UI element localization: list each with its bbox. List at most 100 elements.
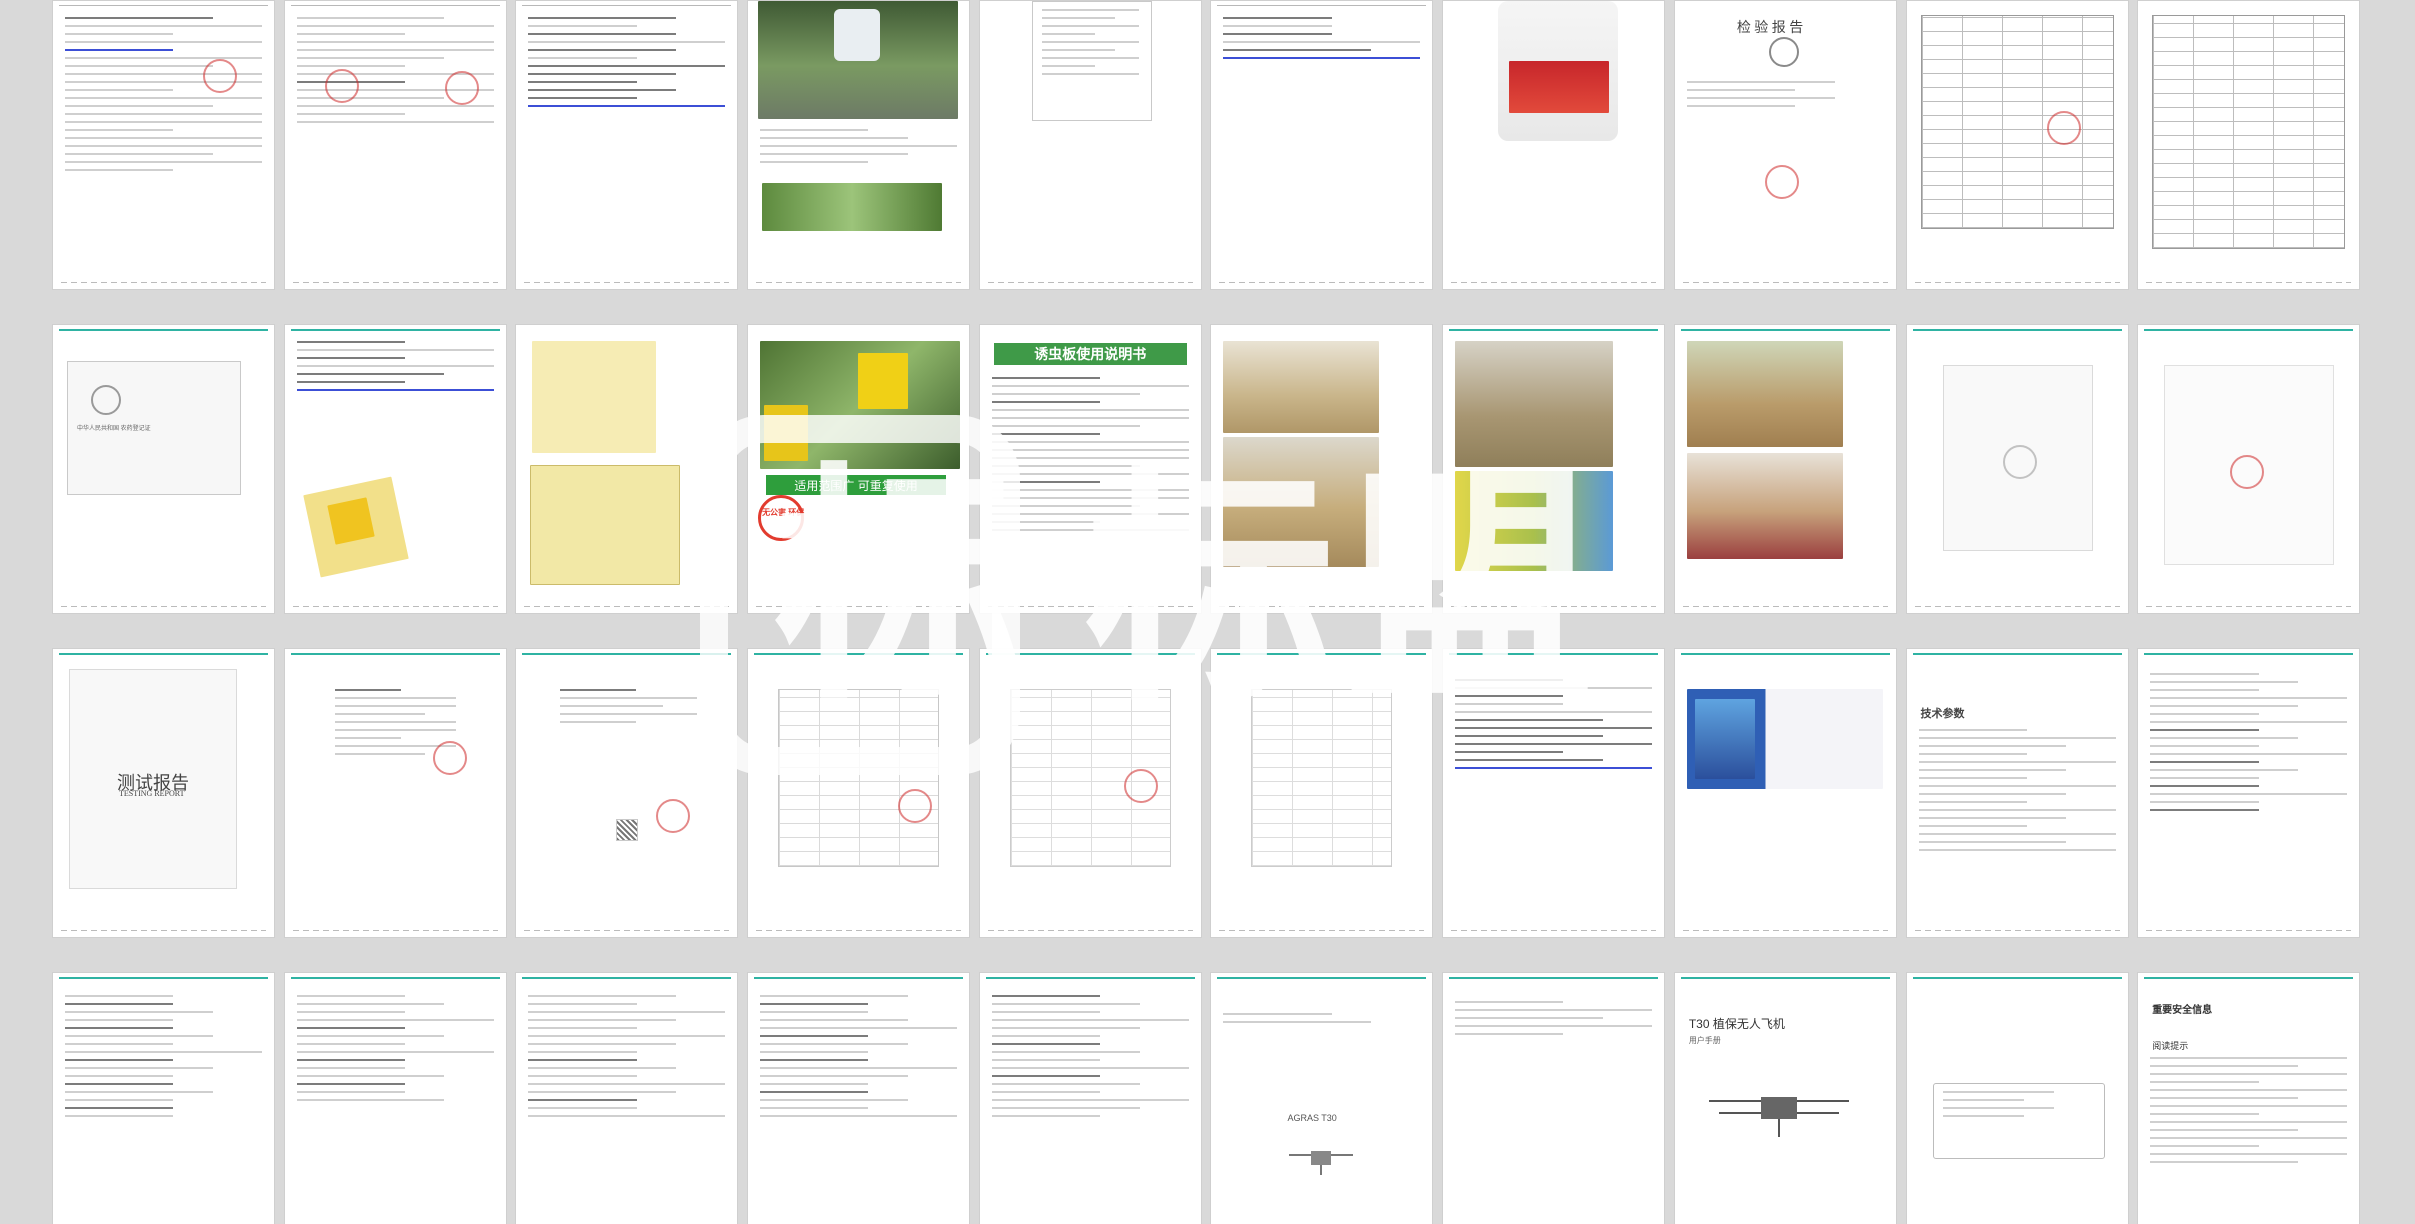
hanging-trap-photo bbox=[530, 465, 681, 585]
page-registration-cert[interactable]: 中华人民共和国 农药登记证 bbox=[52, 324, 275, 614]
page-drone-cover[interactable]: AGRAS T30 bbox=[1210, 972, 1434, 1224]
page-form-table[interactable] bbox=[2137, 0, 2361, 290]
page-header-rule bbox=[522, 653, 732, 657]
page-test-report-cover[interactable]: 测试报告 TESTING REPORT bbox=[52, 648, 275, 938]
page-spec-list-1[interactable] bbox=[52, 972, 275, 1224]
red-seal-stamp bbox=[2046, 111, 2081, 145]
drone-cover-model: AGRAS T30 bbox=[1287, 1113, 1337, 1123]
page-faded-cert-1[interactable] bbox=[1905, 324, 2129, 614]
page-spec-list-5[interactable] bbox=[978, 972, 1202, 1224]
page-text-lines bbox=[296, 995, 494, 1224]
agricultural-drone-icon bbox=[1708, 1097, 1849, 1137]
page-text-lines bbox=[528, 995, 726, 1224]
page-footer-rule bbox=[2146, 930, 2352, 931]
page-header-rule bbox=[1680, 329, 1890, 333]
page-text-brief[interactable] bbox=[1210, 0, 1434, 290]
test-data-table bbox=[778, 689, 940, 867]
page-footer-rule bbox=[756, 282, 962, 283]
form-data-table bbox=[2152, 15, 2346, 249]
pesticide-bag bbox=[1694, 699, 1755, 779]
page-footer-rule bbox=[756, 606, 962, 607]
crop-field-photo bbox=[762, 183, 943, 231]
faded-seal-stamp bbox=[2002, 445, 2037, 479]
page-footer-rule bbox=[524, 930, 730, 931]
page-text-contract[interactable] bbox=[52, 0, 275, 290]
page-text-lines bbox=[1918, 729, 2116, 917]
page-header-rule bbox=[290, 653, 500, 657]
page-test-report-5[interactable] bbox=[1210, 648, 1434, 938]
page-header-rule bbox=[1680, 977, 1890, 981]
page-header-rule bbox=[1217, 977, 1427, 981]
page-photo-product-bottle[interactable] bbox=[1442, 0, 1666, 290]
page-drone-index[interactable] bbox=[1442, 972, 1666, 1224]
page-boxed-text[interactable] bbox=[978, 0, 1202, 290]
page-footer-rule bbox=[1451, 282, 1657, 283]
page-trap-field[interactable]: 无公害 环保 适用范围广 可重复使用 bbox=[747, 324, 971, 614]
page-warehouse-photos[interactable] bbox=[1210, 324, 1434, 614]
page-text-lines bbox=[2150, 673, 2348, 917]
page-spec-list-2[interactable] bbox=[283, 972, 507, 1224]
qr-code-icon bbox=[616, 819, 639, 841]
trap-in-tree bbox=[764, 405, 809, 461]
page-header-rule bbox=[1912, 977, 2122, 981]
page-header-rule bbox=[522, 5, 732, 9]
page-footer-rule bbox=[1682, 282, 1888, 283]
trap-in-tree bbox=[858, 353, 909, 409]
page-spec-list-3[interactable] bbox=[515, 972, 739, 1224]
page-trap-specs[interactable] bbox=[283, 324, 507, 614]
page-footer-rule bbox=[987, 930, 1193, 931]
page-header-rule bbox=[1912, 653, 2122, 657]
page-footer-rule bbox=[1219, 606, 1425, 607]
page-footer-rule bbox=[987, 282, 1193, 283]
page-header-rule bbox=[754, 653, 964, 657]
device-body bbox=[834, 9, 881, 61]
page-inspection-report-cover[interactable]: 检 验 报 告 bbox=[1673, 0, 1897, 290]
registration-cert-title: 中华人民共和国 农药登记证 bbox=[77, 426, 151, 432]
page-drone-tech-params[interactable]: 技术参数 bbox=[1905, 648, 2129, 938]
page-test-report-3[interactable] bbox=[747, 648, 971, 938]
page-test-report-1[interactable] bbox=[283, 648, 507, 938]
national-emblem-icon bbox=[91, 385, 121, 415]
red-seal-stamp bbox=[2230, 455, 2265, 489]
page-header-rule bbox=[1449, 977, 1659, 981]
yellow-trap-photo bbox=[532, 341, 657, 453]
page-footer-rule bbox=[1682, 606, 1888, 607]
page-drone-manual-cover[interactable]: T30 植保无人飞机 用户手册 bbox=[1673, 972, 1897, 1224]
page-factory-photos[interactable] bbox=[1442, 324, 1666, 614]
tech-params-title: 技术参数 bbox=[1920, 708, 1965, 720]
red-seal-stamp bbox=[203, 59, 237, 93]
page-drone-spec-list[interactable] bbox=[2137, 648, 2361, 938]
page-footer-rule bbox=[1219, 930, 1425, 931]
page-photo-field-device[interactable] bbox=[747, 0, 971, 290]
page-test-report-4[interactable] bbox=[978, 648, 1202, 938]
page-header-rule bbox=[290, 329, 500, 333]
page-header-rule bbox=[985, 977, 1195, 981]
page-text-lines bbox=[65, 995, 262, 1224]
test-report-title-en: TESTING REPORT bbox=[119, 789, 185, 798]
page-header-rule bbox=[59, 977, 268, 981]
page-text-lines bbox=[1041, 9, 1139, 139]
page-inspection-table[interactable] bbox=[1905, 0, 2129, 290]
page-header-rule bbox=[1680, 653, 1890, 657]
stacked-cartons-photo bbox=[1223, 437, 1380, 567]
page-footer-rule bbox=[987, 606, 1193, 607]
page-text-list[interactable] bbox=[515, 0, 739, 290]
page-pesticide-package[interactable] bbox=[1673, 648, 1897, 938]
test-data-table bbox=[1251, 689, 1393, 867]
page-spec-list-4[interactable] bbox=[747, 972, 971, 1224]
page-trap-manual[interactable]: 诱虫板使用说明书 bbox=[978, 324, 1202, 614]
page-header-rule bbox=[985, 653, 1195, 657]
page-faded-cert-2[interactable] bbox=[2137, 324, 2361, 614]
page-text-lines bbox=[296, 17, 494, 269]
page-trap-photos[interactable] bbox=[515, 324, 739, 614]
page-text-lines bbox=[560, 689, 698, 877]
page-text-signature[interactable] bbox=[283, 0, 507, 290]
page-test-report-2[interactable] bbox=[515, 648, 739, 938]
page-drone-text[interactable] bbox=[1442, 648, 1666, 938]
page-footer-rule bbox=[2146, 282, 2352, 283]
safety-subtitle: 阅读提示 bbox=[2152, 1041, 2189, 1051]
page-safety-info[interactable]: 重要安全信息 阅读提示 bbox=[2137, 972, 2361, 1224]
page-drone-notice[interactable] bbox=[1905, 972, 2129, 1224]
inspection-data-table bbox=[1920, 15, 2114, 229]
page-shipping-photos[interactable] bbox=[1673, 324, 1897, 614]
